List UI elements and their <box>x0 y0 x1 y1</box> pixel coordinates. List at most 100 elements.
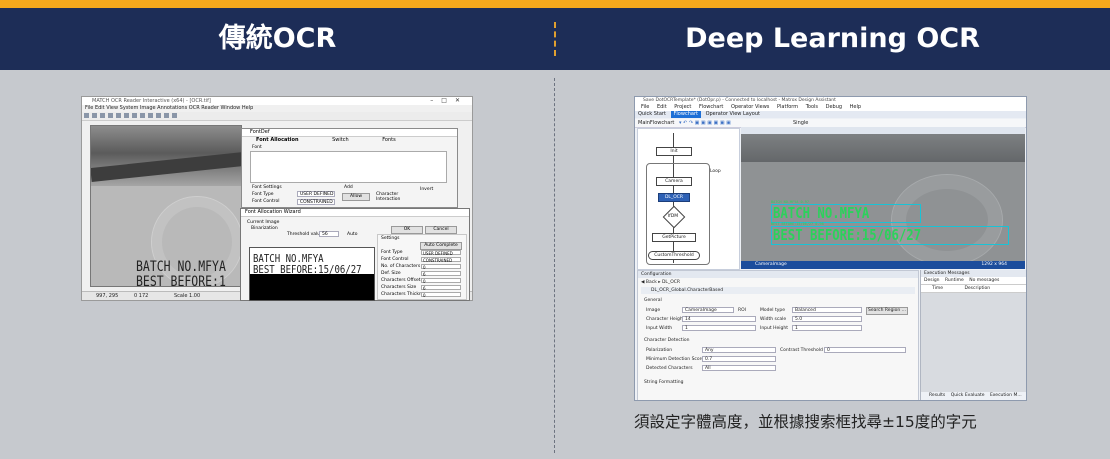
dl-ocr-caption: 須設定字體高度，並根據搜索框找尋±15度的字元 <box>634 413 977 431</box>
threshold-input[interactable]: 56 <box>319 231 339 237</box>
redo-icon[interactable] <box>156 113 161 118</box>
threshold-label: Threshold value <box>287 232 323 237</box>
tab-fonts[interactable]: Fonts <box>382 137 396 144</box>
camera-image-view[interactable]: BATCH NO.MFYA 0.97 BATCH NO.MFYA BEST BE… <box>741 134 1025 262</box>
camera-image-select[interactable]: CameraImage <box>755 262 787 267</box>
column-divider <box>554 78 555 453</box>
stop-icon[interactable] <box>172 113 177 118</box>
char-interaction-checkbox[interactable]: Character Interaction <box>376 192 406 202</box>
cut-icon[interactable] <box>116 113 121 118</box>
input-height-input[interactable]: 1 <box>792 325 862 331</box>
invert-checkbox[interactable]: Invert <box>420 187 433 192</box>
flow-node-init[interactable]: Init <box>656 147 692 156</box>
copy-icon[interactable] <box>124 113 129 118</box>
tab-results[interactable]: Results <box>929 393 945 398</box>
loop-label: Loop <box>710 169 721 174</box>
flow-node-custom-threshold[interactable]: CustomThreshold <box>648 251 700 260</box>
setting-row: Font Control CONSTRAINED <box>381 257 461 263</box>
back-button[interactable]: ◀ Back ▸ DL_OCR <box>641 279 680 286</box>
toolbar-icons[interactable]: ▾ ↶ ↷ ▣ ▣ ▣ ▣ ▣ ▣ <box>679 120 731 126</box>
ocr-result-line-1: BATCH NO.MFYA <box>773 204 870 222</box>
setting-row: No. of Characters 0 <box>381 264 461 270</box>
menu-item[interactable]: Edit <box>657 104 667 110</box>
print-icon[interactable] <box>108 113 113 118</box>
polarization-label: Polarization <box>646 348 673 353</box>
setting-row: Def. Size 6 <box>381 271 461 277</box>
menu-item[interactable]: Help <box>850 104 861 110</box>
menu-item[interactable]: Tools <box>806 104 818 110</box>
save-icon[interactable] <box>100 113 105 118</box>
font-type-select[interactable]: USER DEFINED <box>297 191 335 197</box>
menu-item[interactable]: File <box>641 104 649 110</box>
menu-item[interactable]: Platform <box>777 104 798 110</box>
tab-quick-start[interactable]: Quick Start <box>635 111 669 118</box>
window-controls[interactable]: –□✕ <box>430 97 468 105</box>
step-path-bar: DL_OCR_Global.CharacterBased <box>641 287 915 294</box>
flow-node-ifdm[interactable]: IfDM <box>660 213 686 220</box>
detected-chars-select[interactable]: All <box>702 365 776 371</box>
font-allocation-wizard: Font Allocation Wizard Current Image Bin… <box>240 208 470 301</box>
input-width-input[interactable]: 1 <box>682 325 756 331</box>
auto-checkbox[interactable]: Auto <box>347 232 357 237</box>
tab-flowchart[interactable]: Flowchart <box>670 111 701 118</box>
flowchart-select[interactable]: MainFlowchart <box>638 120 674 126</box>
accent-bar <box>0 0 1110 8</box>
ocr-result-line-2: BEST BEFORE:15/06/27 <box>773 226 922 244</box>
settings-label: Settings <box>381 236 400 241</box>
add-label: Add <box>344 185 353 190</box>
play-icon[interactable] <box>164 113 169 118</box>
current-image-label: Current Image <box>247 220 280 225</box>
tab-design[interactable]: Design <box>924 278 940 283</box>
flow-node-dl-ocr[interactable]: DL_OCR <box>658 193 690 202</box>
tab-font-allocation[interactable]: Font Allocation <box>256 137 299 144</box>
undo-icon[interactable] <box>148 113 153 118</box>
setting-row: Font Type USER DEFINED <box>381 250 461 256</box>
contrast-input[interactable]: 0 <box>824 347 906 353</box>
source-image-view[interactable]: BATCH NO.MFYA BEST BEFORE:1 <box>90 125 242 287</box>
min-score-label: Minimum Detection Score <box>646 357 705 362</box>
no-messages: No messages <box>969 278 1000 283</box>
flowchart-canvas[interactable]: Init Camera DL_OCR IfDM GetPicture Custo… <box>637 128 740 270</box>
menu-bar[interactable]: File Edit View System Image Annotations … <box>82 105 472 112</box>
min-score-input[interactable]: 0.7 <box>702 356 776 362</box>
model-type-select[interactable]: Balanced <box>792 307 862 313</box>
tab-switch[interactable]: Switch <box>332 137 349 144</box>
menu-bar: File Edit Project Flowchart Operator Vie… <box>635 104 1026 111</box>
tab-runtime[interactable]: Runtime <box>945 278 964 283</box>
toolbar[interactable] <box>82 112 472 121</box>
search-region-button[interactable]: Search Region ... <box>866 307 908 315</box>
tab-execution-messages[interactable]: Execution M... <box>990 393 1022 398</box>
font-control-label: Font Control <box>252 199 280 204</box>
new-icon[interactable] <box>84 113 89 118</box>
ocr-line-2: BEST BEFORE:1 <box>136 274 226 287</box>
zoom-icon[interactable] <box>140 113 145 118</box>
polarization-select[interactable]: Any <box>702 347 776 353</box>
input-height-label: Input Height <box>760 326 788 331</box>
image-select[interactable]: CameraImage <box>682 307 734 313</box>
width-scale-input[interactable]: 5.0 <box>792 316 862 322</box>
menu-item[interactable]: Project <box>674 104 691 110</box>
menu-item[interactable]: Flowchart <box>699 104 723 110</box>
camera-image-bar[interactable]: CameraImage 1292 x 964 <box>741 261 1025 269</box>
tab-operator-view-layout[interactable]: Operator View Layout <box>703 111 763 118</box>
cancel-button[interactable]: Cancel <box>425 226 457 234</box>
camera-mode-select[interactable]: Single <box>793 119 808 127</box>
auto-complete-button[interactable]: Auto Complete <box>420 242 462 250</box>
paste-icon[interactable] <box>132 113 137 118</box>
char-height-input[interactable]: 14 <box>682 316 756 322</box>
window-title: MATCH OCR Reader Interactive (x64) - [OC… <box>82 97 472 105</box>
flow-node-getpicture[interactable]: GetPicture <box>652 233 696 242</box>
font-control-select[interactable]: CONSTRAINED <box>297 199 335 205</box>
tab-quick-evaluate[interactable]: Quick Evaluate <box>951 393 985 398</box>
flow-node-camera[interactable]: Camera <box>656 177 692 186</box>
menu-item[interactable]: Operator Views <box>731 104 769 110</box>
ok-button[interactable]: OK <box>391 226 423 234</box>
model-type-label: Model type <box>760 308 785 313</box>
open-icon[interactable] <box>92 113 97 118</box>
font-list[interactable] <box>250 151 447 183</box>
menu-item[interactable]: Debug <box>826 104 842 110</box>
setting-row: Characters Offset 0 <box>381 278 461 284</box>
dialog-tabs: Font Allocation Switch Fonts <box>242 137 457 144</box>
allow-button[interactable]: Allow <box>342 193 370 201</box>
view-tabs: Quick Start Flowchart Operator View Layo… <box>635 111 1026 118</box>
